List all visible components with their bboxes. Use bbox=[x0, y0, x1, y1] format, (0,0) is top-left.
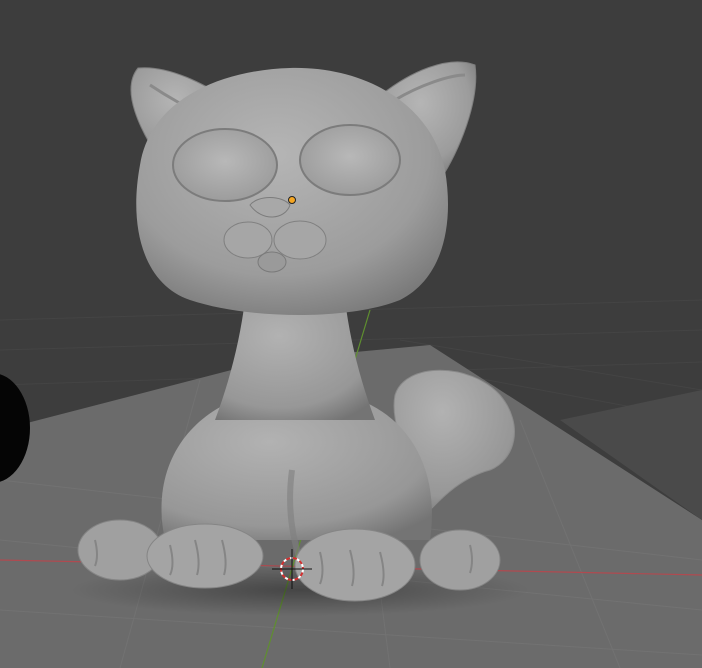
cat-body bbox=[161, 400, 432, 540]
object-origin-dot[interactable] bbox=[288, 196, 296, 204]
cat-muzzle-right bbox=[273, 220, 327, 260]
cat-neck bbox=[215, 300, 375, 420]
paw-front-right bbox=[294, 528, 416, 602]
paw-back-right bbox=[419, 529, 501, 591]
3d-viewport[interactable] bbox=[0, 0, 702, 668]
cat-sculpt-model[interactable] bbox=[70, 61, 530, 616]
paw-front-left bbox=[146, 523, 264, 589]
cat-muzzle-left bbox=[223, 221, 273, 259]
cat-eye-right bbox=[299, 124, 401, 196]
viewport-canvas[interactable] bbox=[0, 0, 702, 668]
cat-eye-left bbox=[172, 128, 278, 202]
cat-mouth bbox=[257, 251, 287, 273]
cat-head bbox=[136, 67, 448, 316]
